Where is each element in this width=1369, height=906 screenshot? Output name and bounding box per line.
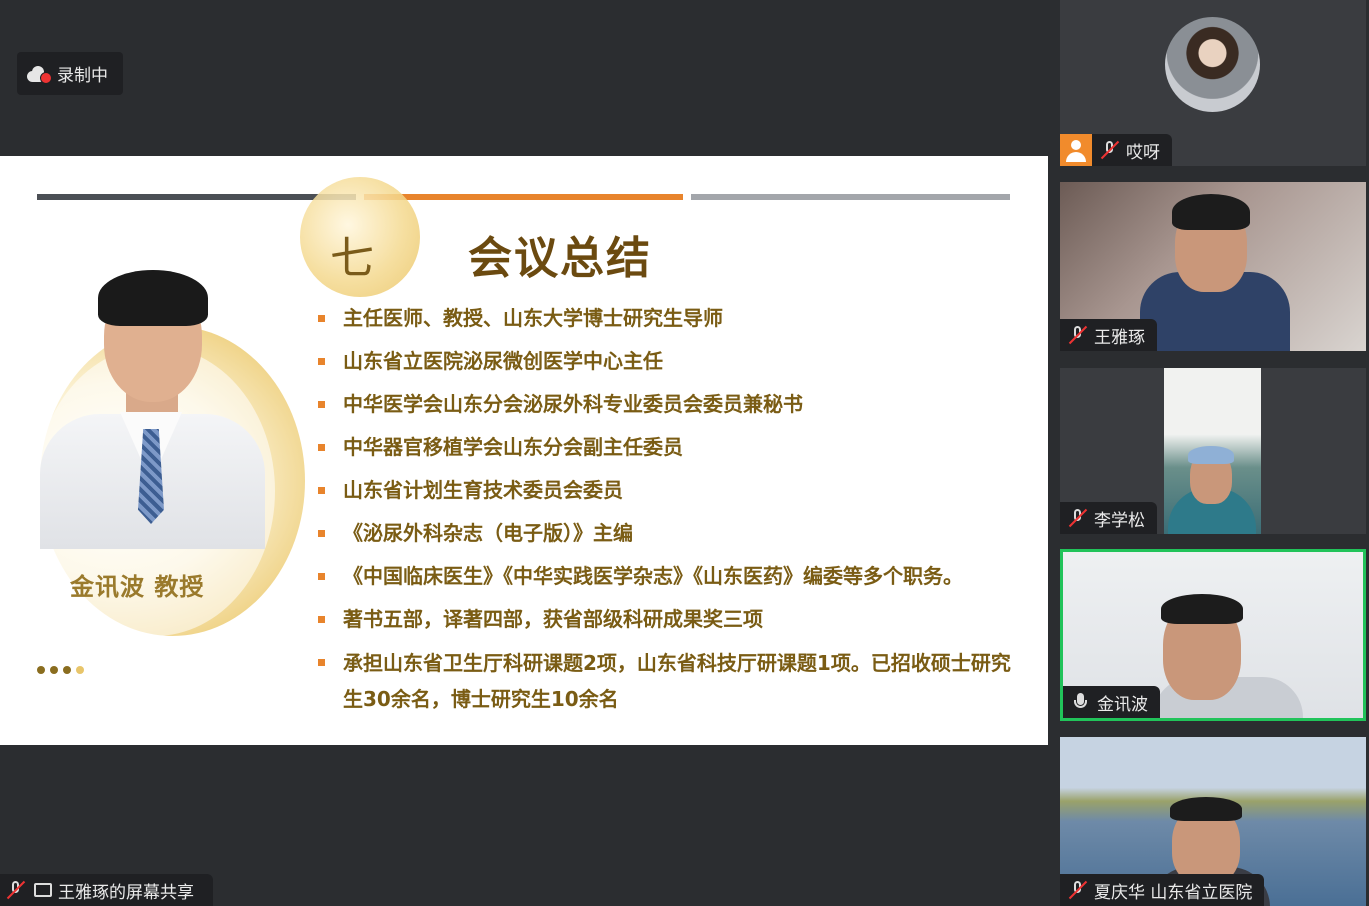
participant-label: 哎呀 — [1060, 134, 1172, 166]
list-item: 山东省计划生育技术委员会委员 — [315, 473, 1023, 516]
participant-tile[interactable]: 夏庆华 山东省立医院 — [1060, 737, 1366, 906]
pager-dots — [37, 666, 84, 674]
speaker-name: 金讯波 教授 — [70, 573, 205, 601]
recording-label: 录制中 — [57, 66, 108, 86]
list-item: 中华器官移植学会山东分会副主任委员 — [315, 430, 1023, 473]
list-item: 《泌尿外科杂志（电子版）》主编 — [315, 516, 1023, 559]
credentials-list: 主任医师、教授、山东大学博士研究生导师 山东省立医院泌尿微创医学中心主任 中华医… — [315, 301, 1023, 717]
recording-badge[interactable]: 录制中 — [17, 52, 123, 95]
section-number: 七 — [330, 233, 374, 284]
participant-name: 金讯波 — [1097, 694, 1148, 715]
participant-tile[interactable]: 哎呀 — [1060, 0, 1366, 166]
pager-dot — [50, 666, 58, 674]
screen-share-indicator[interactable]: 王雅琢的屏幕共享 — [0, 874, 213, 906]
pager-dot — [63, 666, 71, 674]
video-figure — [1172, 194, 1250, 230]
list-item: 承担山东省卫生厅科研课题2项，山东省科技厅研课题1项。已招收硕士研究生30余名，… — [315, 645, 1023, 717]
video-figure — [1188, 446, 1234, 464]
participant-label: 李学松 — [1060, 502, 1157, 534]
slide-divider-gray — [691, 194, 1010, 200]
slide-divider-dark — [37, 194, 356, 200]
slide-divider-orange — [364, 194, 683, 200]
participant-name: 夏庆华 山东省立医院 — [1094, 882, 1253, 903]
list-item: 著书五部，译著四部，获省部级科研成果奖三项 — [315, 602, 1023, 645]
pager-dot — [76, 666, 84, 674]
mic-icon — [1071, 692, 1091, 712]
participant-label: 金讯波 — [1063, 686, 1160, 718]
video-figure — [1161, 594, 1243, 624]
participant-tile-active-speaker[interactable]: 金讯波 — [1060, 549, 1366, 721]
list-item: 《中国临床医生》《中华实践医学杂志》《山东医药》编委等多个职务。 — [315, 559, 1023, 602]
participant-label: 夏庆华 山东省立医院 — [1060, 874, 1265, 906]
slide-title: 会议总结 — [468, 233, 652, 284]
participant-sidebar[interactable]: 哎呀 王雅琢 李学松 金讯波 夏庆华 山东省立医院 — [1048, 0, 1369, 906]
list-item: 山东省立医院泌尿微创医学中心主任 — [315, 344, 1023, 387]
mic-muted-icon — [1068, 508, 1088, 528]
user-icon — [1060, 134, 1092, 166]
participant-name: 李学松 — [1094, 510, 1145, 531]
participant-name: 王雅琢 — [1094, 327, 1145, 348]
mic-muted-icon — [1100, 140, 1120, 160]
participant-label: 王雅琢 — [1060, 319, 1157, 351]
shared-screen-slide: 七 会议总结 金讯波 教授 主任医师、教授、山东大学博士研究生导师 山东省立医院… — [0, 156, 1048, 745]
pager-dot — [37, 666, 45, 674]
screen-share-icon — [34, 883, 52, 897]
mic-muted-icon — [1068, 880, 1088, 900]
list-item: 主任医师、教授、山东大学博士研究生导师 — [315, 301, 1023, 344]
mic-muted-icon — [6, 880, 26, 900]
screen-share-label: 王雅琢的屏幕共享 — [58, 882, 194, 903]
cloud-record-icon — [27, 65, 52, 84]
video-figure — [1170, 797, 1242, 821]
participant-tile[interactable]: 李学松 — [1060, 368, 1366, 534]
mic-muted-icon — [1068, 325, 1088, 345]
participant-avatar — [1165, 17, 1260, 112]
list-item: 中华医学会山东分会泌尿外科专业委员会委员兼秘书 — [315, 387, 1023, 430]
participant-tile[interactable]: 王雅琢 — [1060, 182, 1366, 351]
participant-name: 哎呀 — [1126, 142, 1160, 163]
speaker-portrait — [40, 264, 270, 549]
